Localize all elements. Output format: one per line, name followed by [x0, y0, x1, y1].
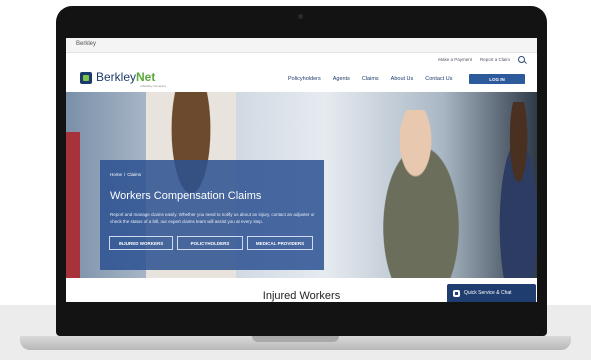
main-nav: BerkleyNet a Berkley Company Policyholde… — [66, 66, 537, 92]
hero-photo-person-right — [491, 102, 537, 278]
browser-topbar: Berkley — [66, 38, 537, 53]
hero-photo-person-center — [366, 110, 476, 278]
nav-item-about-us[interactable]: About Us — [391, 76, 414, 82]
webcam — [298, 14, 303, 19]
breadcrumb: Home / Claims — [110, 172, 141, 177]
breadcrumb-home[interactable]: Home — [110, 172, 122, 177]
report-claim-link[interactable]: Report a Claim — [480, 57, 510, 62]
chat-icon — [453, 289, 460, 297]
quick-service-chat-button[interactable]: Quick Service & Chat — [447, 284, 536, 302]
logo-main: Berkley — [96, 70, 137, 84]
breadcrumb-current: Claims — [127, 172, 142, 177]
injured-workers-button[interactable]: INJURED WORKERS — [109, 236, 173, 250]
browser-brand: Berkley — [76, 41, 97, 47]
hero-description: Report and manage claims easily. Whether… — [110, 212, 315, 224]
logo[interactable]: BerkleyNet — [96, 70, 155, 84]
hero-buttons: INJURED WORKERS POLICYHOLDERS MEDICAL PR… — [109, 236, 313, 250]
chat-label: Quick Service & Chat — [464, 290, 512, 296]
logo-icon[interactable] — [80, 72, 92, 84]
hero-panel: Home / Claims Workers Compensation Claims … — [100, 160, 324, 270]
breadcrumb-separator: / — [124, 172, 126, 177]
medical-providers-button[interactable]: MEDICAL PROVIDERS — [247, 236, 313, 250]
search-icon[interactable] — [518, 56, 525, 63]
laptop-base-notch — [252, 336, 339, 342]
page-title: Workers Compensation Claims — [110, 190, 262, 202]
nav-menu: Policyholders Agents Claims About Us Con… — [288, 76, 453, 82]
nav-item-policyholders[interactable]: Policyholders — [288, 76, 321, 82]
hero-photo-person-left — [66, 132, 80, 278]
logo-accent: Net — [136, 70, 156, 84]
hero-banner: Home / Claims Workers Compensation Claims … — [66, 92, 537, 278]
laptop-screen: Berkley Make a Payment Report a Claim Be… — [66, 38, 537, 302]
nav-item-contact-us[interactable]: Contact Us — [425, 76, 452, 82]
logo-tagline: a Berkley Company — [140, 84, 167, 88]
nav-item-agents[interactable]: Agents — [333, 76, 350, 82]
make-payment-link[interactable]: Make a Payment — [438, 57, 472, 62]
utility-links: Make a Payment Report a Claim — [438, 56, 525, 63]
policyholders-button[interactable]: POLICYHOLDERS — [177, 236, 243, 250]
nav-item-claims[interactable]: Claims — [362, 76, 379, 82]
login-button[interactable]: LOG IN — [469, 74, 525, 84]
